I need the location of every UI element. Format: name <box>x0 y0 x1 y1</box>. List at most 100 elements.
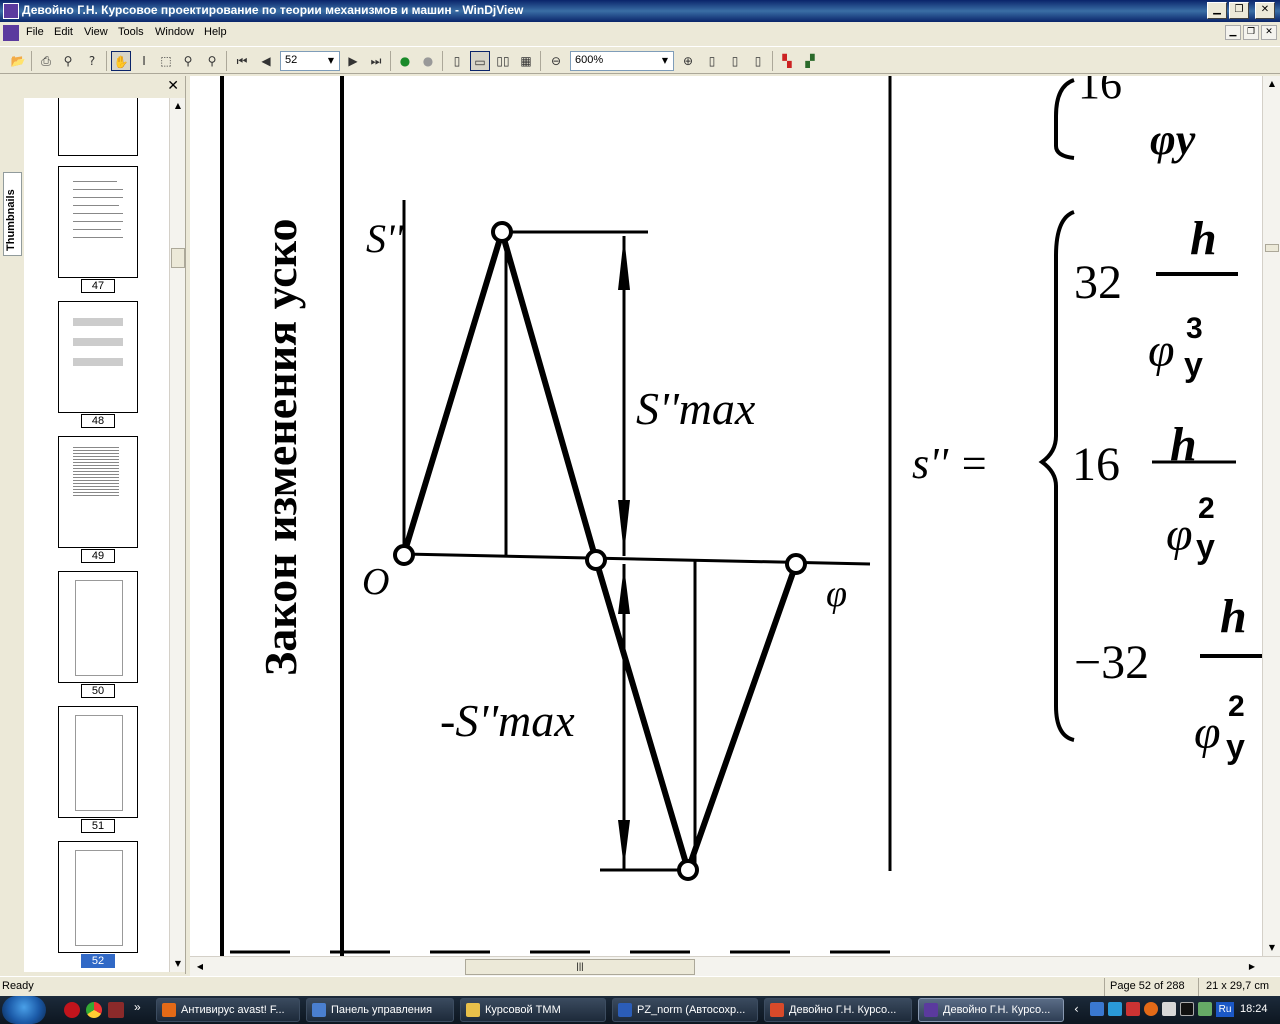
actual-size-icon[interactable]: ▯ <box>748 51 768 71</box>
taskbar-item-label: Девойно Г.Н. Курсо... <box>789 1004 897 1016</box>
thumbnail-label: 47 <box>81 279 115 293</box>
mid-node <box>585 549 607 571</box>
scrollbar-thumb[interactable]: ||| <box>465 959 695 975</box>
taskbar-item-word[interactable]: PZ_norm (Автосохр... <box>612 998 758 1022</box>
toolbar-separator <box>226 51 227 71</box>
thumbnail-image <box>58 706 138 818</box>
thumbnail-page-47[interactable]: 47 <box>58 166 138 293</box>
network-icon[interactable] <box>1090 1002 1104 1016</box>
taskbar-item-control-panel[interactable]: Панель управления <box>306 998 454 1022</box>
scrollbar-thumb[interactable] <box>1265 244 1279 252</box>
menu-tools[interactable]: Tools <box>118 26 144 38</box>
next-page-icon[interactable]: ▶ <box>343 51 363 71</box>
last-page-icon[interactable]: ⏭ <box>366 51 386 71</box>
open-icon[interactable]: 📂 <box>8 51 28 71</box>
mdi-restore-button[interactable]: ❐ <box>1243 25 1259 40</box>
menu-edit[interactable]: Edit <box>54 26 73 38</box>
scroll-left-icon[interactable]: ◀ <box>192 959 208 975</box>
scroll-right-icon[interactable]: ▶ <box>1244 959 1260 975</box>
go-forward-icon[interactable]: ● <box>418 51 438 71</box>
volume-icon[interactable] <box>1162 1002 1176 1016</box>
restore-button[interactable]: ❐ <box>1229 2 1249 19</box>
power-icon[interactable] <box>1198 1002 1212 1016</box>
tab-thumbnails[interactable]: Thumbnails <box>3 172 22 256</box>
document-vertical-scrollbar[interactable]: ▲ ▼ <box>1262 76 1280 956</box>
menu-view[interactable]: View <box>84 26 108 38</box>
thumbnail-scrollbar[interactable]: ▲ ▼ <box>169 98 185 972</box>
taskbar-item-browser[interactable]: Девойно Г.Н. Курсо... <box>764 998 912 1022</box>
scrollbar-thumb[interactable] <box>171 248 185 268</box>
thumbnail-page-48[interactable]: 48 <box>58 301 138 428</box>
zoom-rect-icon[interactable]: ⚲ <box>202 51 222 71</box>
tray-app-icon[interactable] <box>1126 1002 1140 1016</box>
first-page-icon[interactable]: ⏮ <box>232 51 252 71</box>
calendar-icon[interactable] <box>1180 1002 1194 1016</box>
term2-den-sup: 2 <box>1198 492 1215 525</box>
continuous-facing-icon[interactable]: ▦ <box>516 51 536 71</box>
windjview-app-icon[interactable] <box>3 3 19 19</box>
layers-icon[interactable]: ▞ <box>800 51 820 71</box>
clock[interactable]: 18:24 <box>1240 1003 1268 1015</box>
language-indicator[interactable]: Ru <box>1216 1002 1234 1017</box>
scroll-up-icon[interactable]: ▲ <box>1263 76 1280 92</box>
continuous-page-icon[interactable]: ▭ <box>470 51 490 71</box>
scroll-down-icon[interactable]: ▼ <box>1263 940 1280 956</box>
go-back-icon[interactable]: ● <box>395 51 415 71</box>
facing-pages-icon[interactable]: ▯▯ <box>493 51 513 71</box>
minimize-button[interactable]: ▁ <box>1207 2 1227 19</box>
document-view[interactable]: Закон изменения уско S'' O φ S''max -S''… <box>190 76 1262 956</box>
taskbar-item-avast[interactable]: Антивирус avast! F... <box>156 998 300 1022</box>
fit-width-icon[interactable]: ▯ <box>725 51 745 71</box>
zoom-out-icon[interactable]: ⊖ <box>546 51 566 71</box>
hand-tool-icon[interactable]: ✋ <box>111 51 131 71</box>
single-page-icon[interactable]: ▯ <box>447 51 467 71</box>
chevron-down-icon[interactable]: ▼ <box>657 52 673 70</box>
zoom-icon[interactable]: ⚲ <box>178 51 198 71</box>
rect-select-icon[interactable]: ⬚ <box>156 51 176 71</box>
quicklaunch-more-icon[interactable]: » <box>134 1000 141 1014</box>
taskbar-item-folder[interactable]: Курсовой ТММ <box>460 998 606 1022</box>
thumbnail-page-51[interactable]: 51 <box>58 706 138 833</box>
menu-window[interactable]: Window <box>155 26 194 38</box>
windjview-icon <box>924 1003 938 1017</box>
help-icon[interactable]: ? <box>82 51 102 71</box>
app-quicklaunch-icon[interactable] <box>108 1002 124 1018</box>
start-button[interactable] <box>2 996 46 1024</box>
term1-denominator: φ <box>1148 324 1175 377</box>
document-horizontal-scrollbar[interactable]: ◀ ||| ▶ <box>190 956 1280 976</box>
chevron-down-icon[interactable]: ▼ <box>323 52 339 70</box>
thumbnail-page-50[interactable]: 50 <box>58 571 138 698</box>
document-icon[interactable] <box>3 25 19 41</box>
display-mode-icon[interactable]: ▚ <box>777 51 797 71</box>
mdi-close-button[interactable]: ✕ <box>1261 25 1277 40</box>
close-icon[interactable]: ✕ <box>167 78 179 94</box>
arrow-head <box>618 820 630 868</box>
term1-den-sub: y <box>1184 346 1203 384</box>
thumbnail-image <box>58 436 138 548</box>
thumbnail-page-49[interactable]: 49 <box>58 436 138 563</box>
tray-expand-icon[interactable]: ‹ <box>1074 1002 1079 1016</box>
mdi-minimize-button[interactable]: ▁ <box>1225 25 1241 40</box>
thumbnail-page-52[interactable]: 52 <box>58 841 138 968</box>
zoom-in-icon[interactable]: ⊕ <box>678 51 698 71</box>
chrome-icon[interactable] <box>86 1002 102 1018</box>
taskbar-item-windjview[interactable]: Девойно Г.Н. Курсо... <box>918 998 1064 1022</box>
avast-tray-icon[interactable] <box>1144 1002 1158 1016</box>
scroll-down-icon[interactable]: ▼ <box>170 956 186 972</box>
close-button[interactable]: ✕ <box>1255 2 1275 19</box>
term3-coefficient: −32 <box>1074 636 1149 689</box>
opera-icon[interactable] <box>64 1002 80 1018</box>
menu-file[interactable]: File <box>26 26 44 38</box>
zoom-combo[interactable]: 600% ▼ <box>570 51 674 71</box>
previous-page-icon[interactable]: ◀ <box>256 51 276 71</box>
find-icon[interactable]: ⚲ <box>58 51 78 71</box>
print-icon[interactable]: ⎙ <box>36 51 56 71</box>
scroll-up-icon[interactable]: ▲ <box>170 98 186 114</box>
skype-icon[interactable] <box>1108 1002 1122 1016</box>
menu-help[interactable]: Help <box>204 26 227 38</box>
thumbnail-page-46[interactable]: 46 <box>58 98 138 183</box>
end-node <box>785 553 807 575</box>
select-tool-icon[interactable]: I <box>134 51 154 71</box>
page-number-combo[interactable]: 52 ▼ <box>280 51 340 71</box>
fit-page-icon[interactable]: ▯ <box>702 51 722 71</box>
